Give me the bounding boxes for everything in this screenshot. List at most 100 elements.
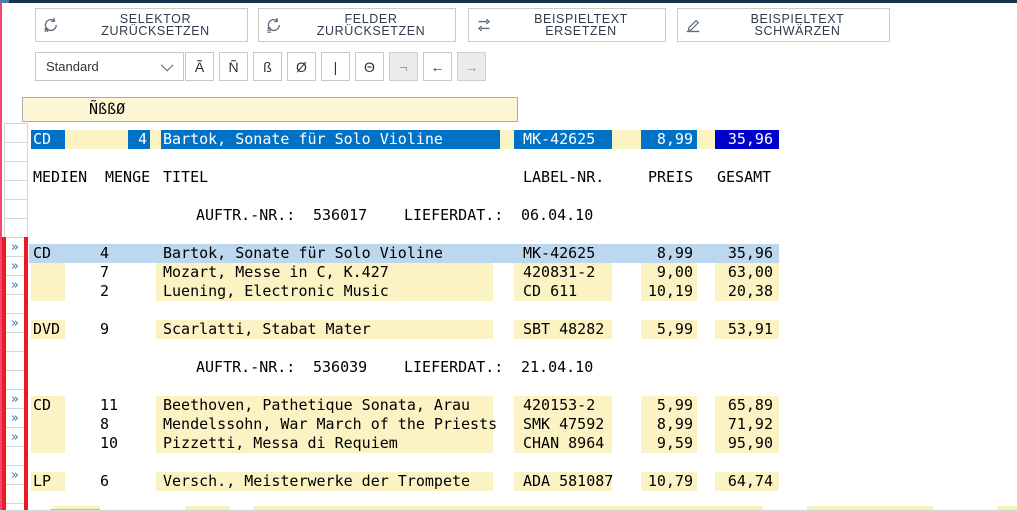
field-label-nr[interactable]: ADA 581087 bbox=[514, 472, 612, 491]
field-gap[interactable] bbox=[150, 130, 161, 149]
field-medien[interactable] bbox=[31, 282, 65, 301]
field-preis[interactable]: 5,99 bbox=[641, 320, 697, 339]
selector-cell-empty[interactable] bbox=[6, 294, 24, 313]
field-titel[interactable]: Mozart, Messe in C, K.427 bbox=[156, 263, 493, 282]
field-preis[interactable]: 5,99 bbox=[641, 396, 697, 415]
field-gap[interactable] bbox=[65, 130, 128, 149]
field-medien[interactable]: CD bbox=[31, 130, 65, 149]
field-gesamt[interactable]: 35,96 bbox=[715, 244, 779, 263]
field-label-nr[interactable]: CD 611 bbox=[514, 282, 612, 301]
char-button-7[interactable]: ← bbox=[423, 52, 452, 81]
selector-cell-empty[interactable] bbox=[4, 123, 28, 143]
field-gesamt[interactable]: 65,89 bbox=[715, 396, 779, 415]
row-select-chevron[interactable]: » bbox=[6, 465, 24, 484]
chevron-down-icon bbox=[161, 59, 174, 72]
chevron-right-icon: » bbox=[11, 259, 19, 274]
char-button-1[interactable]: Ñ bbox=[219, 52, 248, 81]
field-gesamt[interactable]: 95,90 bbox=[715, 434, 779, 453]
field-medien[interactable] bbox=[31, 263, 65, 282]
field-menge[interactable]: 10 bbox=[100, 434, 148, 453]
field-gesamt[interactable]: 64,74 bbox=[715, 472, 779, 491]
row-select-chevron[interactable]: » bbox=[6, 256, 24, 275]
char-button-5[interactable]: Θ bbox=[355, 52, 384, 81]
field-menge[interactable]: 4 bbox=[128, 130, 150, 149]
field-titel[interactable]: Pizzetti, Messa di Requiem bbox=[156, 434, 493, 453]
field-menge[interactable]: 6 bbox=[100, 472, 148, 491]
field-gap[interactable] bbox=[697, 130, 715, 149]
field-gesamt[interactable]: 20,38 bbox=[715, 282, 779, 301]
field-titel[interactable]: Versch., Meisterwerke der Trompete bbox=[156, 472, 493, 491]
field-menge[interactable]: 11 bbox=[100, 396, 148, 415]
selector-cell-empty[interactable] bbox=[6, 484, 24, 503]
field-titel[interactable]: Luening, Electronic Music bbox=[156, 282, 493, 301]
top-input-field-text: ÑßßØ bbox=[89, 100, 125, 118]
field-gesamt[interactable]: 35,96 bbox=[715, 130, 779, 149]
field-menge[interactable]: 7 bbox=[100, 263, 148, 282]
field-label-nr[interactable]: MK-42625 bbox=[514, 244, 612, 263]
toolbar-button-reset-selector[interactable]: SELEKTOR ZURÜCKSETZEN bbox=[35, 8, 248, 42]
field-titel[interactable]: Bartok, Sonate für Solo Violine bbox=[156, 244, 493, 263]
field-gesamt[interactable]: 63,00 bbox=[715, 263, 779, 282]
field-label-nr[interactable]: MK-42625 bbox=[514, 130, 612, 149]
selector-cell-empty[interactable] bbox=[4, 161, 28, 181]
field-menge[interactable]: 2 bbox=[100, 282, 148, 301]
field-label-nr[interactable]: CHAN 8964 bbox=[514, 434, 612, 453]
field-preis[interactable]: 10,19 bbox=[641, 282, 697, 301]
delivery-date-label: LIEFERDAT.: bbox=[404, 358, 509, 377]
selector-cell-empty[interactable] bbox=[6, 446, 24, 465]
row-select-chevron[interactable]: » bbox=[6, 389, 24, 408]
field-gap[interactable] bbox=[500, 130, 514, 149]
field-preis[interactable]: 9,59 bbox=[641, 434, 697, 453]
field-medien[interactable]: DVD bbox=[31, 320, 65, 339]
field-label-nr[interactable]: 420153-2 bbox=[514, 396, 612, 415]
row-select-chevron[interactable]: » bbox=[6, 408, 24, 427]
selector-cell-empty[interactable] bbox=[4, 180, 28, 200]
toolbar-button-redact-text[interactable]: BEISPIELTEXT SCHWÄRZEN bbox=[677, 8, 890, 42]
field-medien[interactable] bbox=[31, 434, 65, 453]
field-gesamt[interactable]: 71,92 bbox=[715, 415, 779, 434]
row-select-chevron[interactable]: » bbox=[6, 275, 24, 294]
field-menge[interactable]: 9 bbox=[100, 320, 148, 339]
selector-cell-empty[interactable] bbox=[4, 142, 28, 162]
top-input-field[interactable]: ÑßßØ bbox=[22, 97, 518, 122]
selector-cell-empty[interactable] bbox=[6, 351, 24, 370]
toolbar-button-reset-fields[interactable]: FELDER ZURÜCKSETZEN bbox=[258, 8, 456, 42]
field-label-nr[interactable]: SMK 47592 bbox=[514, 415, 612, 434]
char-button-3[interactable]: Ø bbox=[287, 52, 316, 81]
field-titel[interactable]: Beethoven, Pathetique Sonata, Arau bbox=[156, 396, 493, 415]
field-preis[interactable]: 8,99 bbox=[641, 415, 697, 434]
selector-cell-empty[interactable] bbox=[6, 370, 24, 389]
field-label-nr[interactable]: 420831-2 bbox=[514, 263, 612, 282]
field-medien[interactable] bbox=[31, 415, 65, 434]
field-titel[interactable]: Mendelssohn, War March of the Priests bbox=[156, 415, 493, 434]
char-button-0[interactable]: Ã bbox=[185, 52, 214, 81]
selector-cell-empty[interactable] bbox=[4, 218, 28, 238]
field-preis[interactable]: 8,99 bbox=[641, 244, 697, 263]
row-select-chevron[interactable]: » bbox=[6, 237, 24, 256]
char-button-4[interactable]: | bbox=[321, 52, 350, 81]
field-menge[interactable]: 8 bbox=[100, 415, 148, 434]
selector-cell-empty[interactable] bbox=[6, 332, 24, 351]
char-button-2[interactable]: ß bbox=[253, 52, 282, 81]
field-gap[interactable] bbox=[612, 130, 641, 149]
field-gesamt[interactable]: 53,91 bbox=[715, 320, 779, 339]
field-medien[interactable]: CD bbox=[31, 396, 65, 415]
field-preis[interactable]: 10,79 bbox=[641, 472, 697, 491]
chevron-right-icon: » bbox=[11, 411, 19, 426]
profile-dropdown[interactable]: Standard bbox=[35, 52, 184, 81]
order-number-value: 536039 bbox=[313, 358, 373, 377]
toolbar-button-label: FELDER ZURÜCKSETZEN bbox=[293, 13, 449, 38]
top-accent-bar bbox=[0, 0, 1017, 3]
toolbar-button-replace-text[interactable]: BEISPIELTEXT ERSETZEN bbox=[468, 8, 666, 42]
field-preis[interactable]: 9,00 bbox=[641, 263, 697, 282]
row-select-chevron[interactable]: » bbox=[6, 313, 24, 332]
field-preis[interactable]: 8,99 bbox=[641, 130, 697, 149]
row-select-chevron[interactable]: » bbox=[6, 427, 24, 446]
field-medien[interactable]: CD bbox=[31, 244, 65, 263]
field-titel[interactable]: Scarlatti, Stabat Mater bbox=[156, 320, 493, 339]
selector-cell-empty[interactable] bbox=[4, 199, 28, 219]
field-label-nr[interactable]: SBT 48282 bbox=[514, 320, 612, 339]
field-medien[interactable]: LP bbox=[31, 472, 65, 491]
field-menge[interactable]: 4 bbox=[100, 244, 148, 263]
field-titel[interactable]: Bartok, Sonate für Solo Violine bbox=[161, 130, 500, 149]
